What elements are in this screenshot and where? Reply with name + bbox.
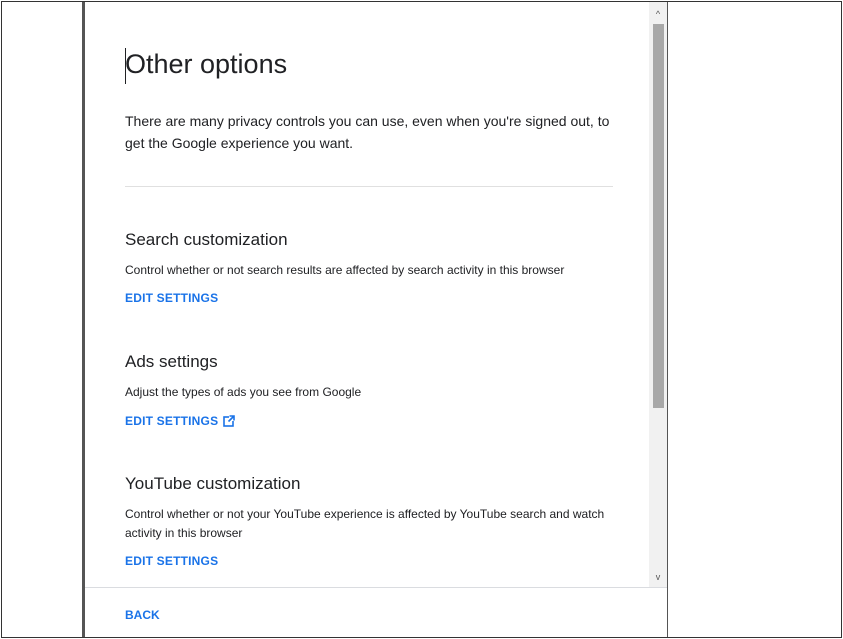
scrollbar-thumb[interactable] (653, 24, 664, 408)
edit-settings-label: EDIT SETTINGS (125, 554, 219, 568)
other-options-dialog: Other options There are many privacy con… (82, 2, 668, 637)
dialog-footer: BACK (85, 587, 667, 637)
search-customization-edit-settings-link[interactable]: EDIT SETTINGS (125, 291, 218, 305)
vertical-scrollbar[interactable]: ^ v (649, 2, 667, 587)
divider (125, 186, 613, 187)
screen-frame: Other options There are many privacy con… (1, 1, 842, 638)
dialog-content: Other options There are many privacy con… (85, 2, 648, 587)
chevron-down-icon[interactable]: v (649, 569, 667, 585)
back-button[interactable]: BACK (125, 608, 160, 622)
search-customization-description: Control whether or not search results ar… (125, 263, 565, 277)
chevron-up-icon[interactable]: ^ (649, 6, 667, 22)
search-customization-title: Search customization (125, 230, 288, 249)
ads-settings-title: Ads settings (125, 352, 218, 371)
ads-settings-description: Adjust the types of ads you see from Goo… (125, 385, 362, 399)
open-in-new-icon (223, 415, 236, 427)
intro-text: There are many privacy controls you can … (125, 113, 610, 151)
page-title: Other options (125, 49, 288, 79)
youtube-customization-title: YouTube customization (125, 474, 301, 493)
edit-settings-label: EDIT SETTINGS (125, 414, 219, 428)
youtube-customization-description: Control whether or not your YouTube expe… (125, 507, 605, 540)
ads-settings-edit-settings-link[interactable]: EDIT SETTINGS (125, 414, 236, 428)
youtube-customization-edit-settings-link[interactable]: EDIT SETTINGS (125, 554, 218, 568)
edit-settings-label: EDIT SETTINGS (125, 291, 219, 305)
